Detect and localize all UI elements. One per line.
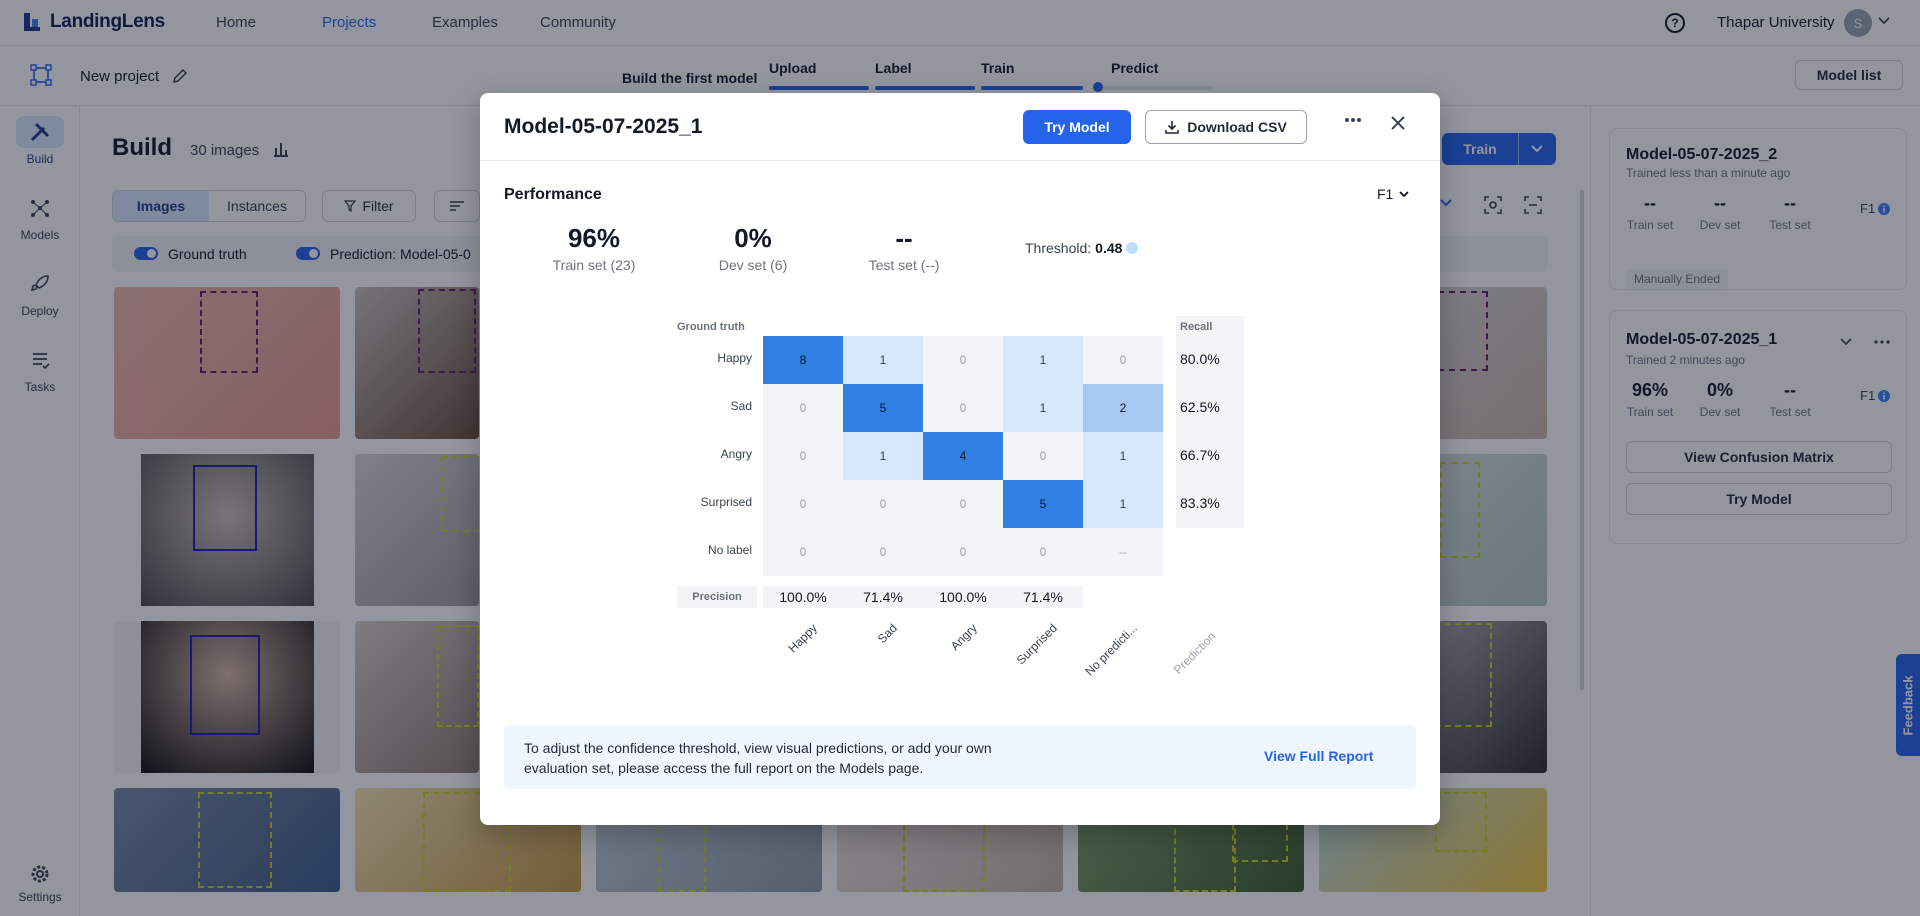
matrix-cell[interactable]: 1 <box>1083 432 1163 480</box>
threshold-value: 0.48 <box>1095 240 1123 256</box>
threshold-display: Threshold: 0.48 <box>1025 240 1139 256</box>
recall-value: 66.7% <box>1176 432 1244 480</box>
test-set-score: -- <box>895 223 913 253</box>
row-label-happy: Happy <box>717 351 752 365</box>
matrix-cell[interactable]: 1 <box>843 336 923 384</box>
matrix-cell[interactable]: 5 <box>1003 480 1083 528</box>
row-label-angry: Angry <box>720 447 752 461</box>
dialog-header: Model-05-07-2025_1 Try Model Download CS… <box>480 93 1440 161</box>
recall-value: 83.3% <box>1176 480 1244 528</box>
matrix-cell[interactable]: 2 <box>1083 384 1163 432</box>
matrix-cell[interactable]: 0 <box>1003 432 1083 480</box>
ground-truth-axis-label: Ground truth <box>677 321 745 333</box>
chevron-down-icon <box>1399 190 1409 197</box>
matrix-cell[interactable]: 0 <box>763 528 843 576</box>
metric-select-value: F1 <box>1377 186 1394 202</box>
matrix-cell[interactable]: 5 <box>843 384 923 432</box>
precision-value: 71.4% <box>1003 586 1083 608</box>
precision-value: 100.0% <box>923 586 1003 608</box>
matrix-cell[interactable]: 0 <box>763 384 843 432</box>
dev-set-score: 0% <box>734 223 772 253</box>
matrix-cell[interactable]: 0 <box>923 480 1003 528</box>
try-model-button[interactable]: Try Model <box>1023 110 1131 144</box>
threshold-label: Threshold: <box>1025 240 1092 256</box>
prediction-axis-label: Prediction <box>1170 629 1219 677</box>
precision-value: 71.4% <box>843 586 923 608</box>
col-label-surprised: Surprised <box>1013 621 1060 668</box>
dev-set-label: Dev set (6) <box>718 257 788 273</box>
matrix-cell[interactable]: 0 <box>923 336 1003 384</box>
view-full-report-link[interactable]: View Full Report <box>1264 748 1373 764</box>
matrix-cell[interactable]: 0 <box>763 432 843 480</box>
matrix-cell[interactable]: 1 <box>1003 336 1083 384</box>
precision-value: 100.0% <box>763 586 843 608</box>
row-label-no-label: No label <box>707 543 752 557</box>
matrix-cell[interactable]: 0 <box>923 528 1003 576</box>
recall-header: Recall <box>1176 316 1244 336</box>
matrix-cell[interactable]: 0 <box>1083 336 1163 384</box>
precision-label: Precision <box>677 586 757 608</box>
download-csv-button[interactable]: Download CSV <box>1145 110 1307 144</box>
info-icon[interactable] <box>1126 242 1139 254</box>
matrix-cell[interactable]: 0 <box>843 480 923 528</box>
matrix-cell[interactable]: 0 <box>923 384 1003 432</box>
matrix-cell[interactable]: -- <box>1083 528 1163 576</box>
performance-heading: Performance <box>504 186 602 203</box>
model-performance-dialog: Model-05-07-2025_1 Try Model Download CS… <box>480 93 1440 825</box>
matrix-cell[interactable]: 1 <box>1003 384 1083 432</box>
row-label-sad: Sad <box>730 399 752 413</box>
more-options-icon[interactable] <box>1344 117 1362 123</box>
col-label-sad: Sad <box>874 621 900 647</box>
row-label-surprised: Surprised <box>700 495 752 509</box>
recall-value: 62.5% <box>1176 384 1244 432</box>
train-set-score: 96% <box>567 223 621 253</box>
col-label-happy: Happy <box>785 621 820 656</box>
metric-select[interactable]: F1 <box>1377 186 1409 202</box>
matrix-cell[interactable]: 0 <box>763 480 843 528</box>
matrix-cell[interactable]: 0 <box>1003 528 1083 576</box>
matrix-cell[interactable]: 0 <box>843 528 923 576</box>
matrix-cell[interactable]: 8 <box>763 336 843 384</box>
col-label-no-prediction: No predicti... <box>1082 621 1140 679</box>
test-set-label: Test set (--) <box>868 257 940 273</box>
close-icon[interactable] <box>1390 115 1406 131</box>
train-set-label: Train set (23) <box>552 257 636 273</box>
col-label-angry: Angry <box>947 621 980 654</box>
matrix-cell[interactable]: 1 <box>1083 480 1163 528</box>
recall-value: 80.0% <box>1176 336 1244 384</box>
matrix-cell[interactable]: 1 <box>843 432 923 480</box>
download-csv-label: Download CSV <box>1187 119 1287 135</box>
info-note-text: To adjust the confidence threshold, view… <box>524 740 992 776</box>
download-icon <box>1165 121 1180 134</box>
dialog-title: Model-05-07-2025_1 <box>504 115 703 138</box>
matrix-cell[interactable]: 4 <box>923 432 1003 480</box>
info-note: To adjust the confidence threshold, view… <box>504 725 1416 789</box>
